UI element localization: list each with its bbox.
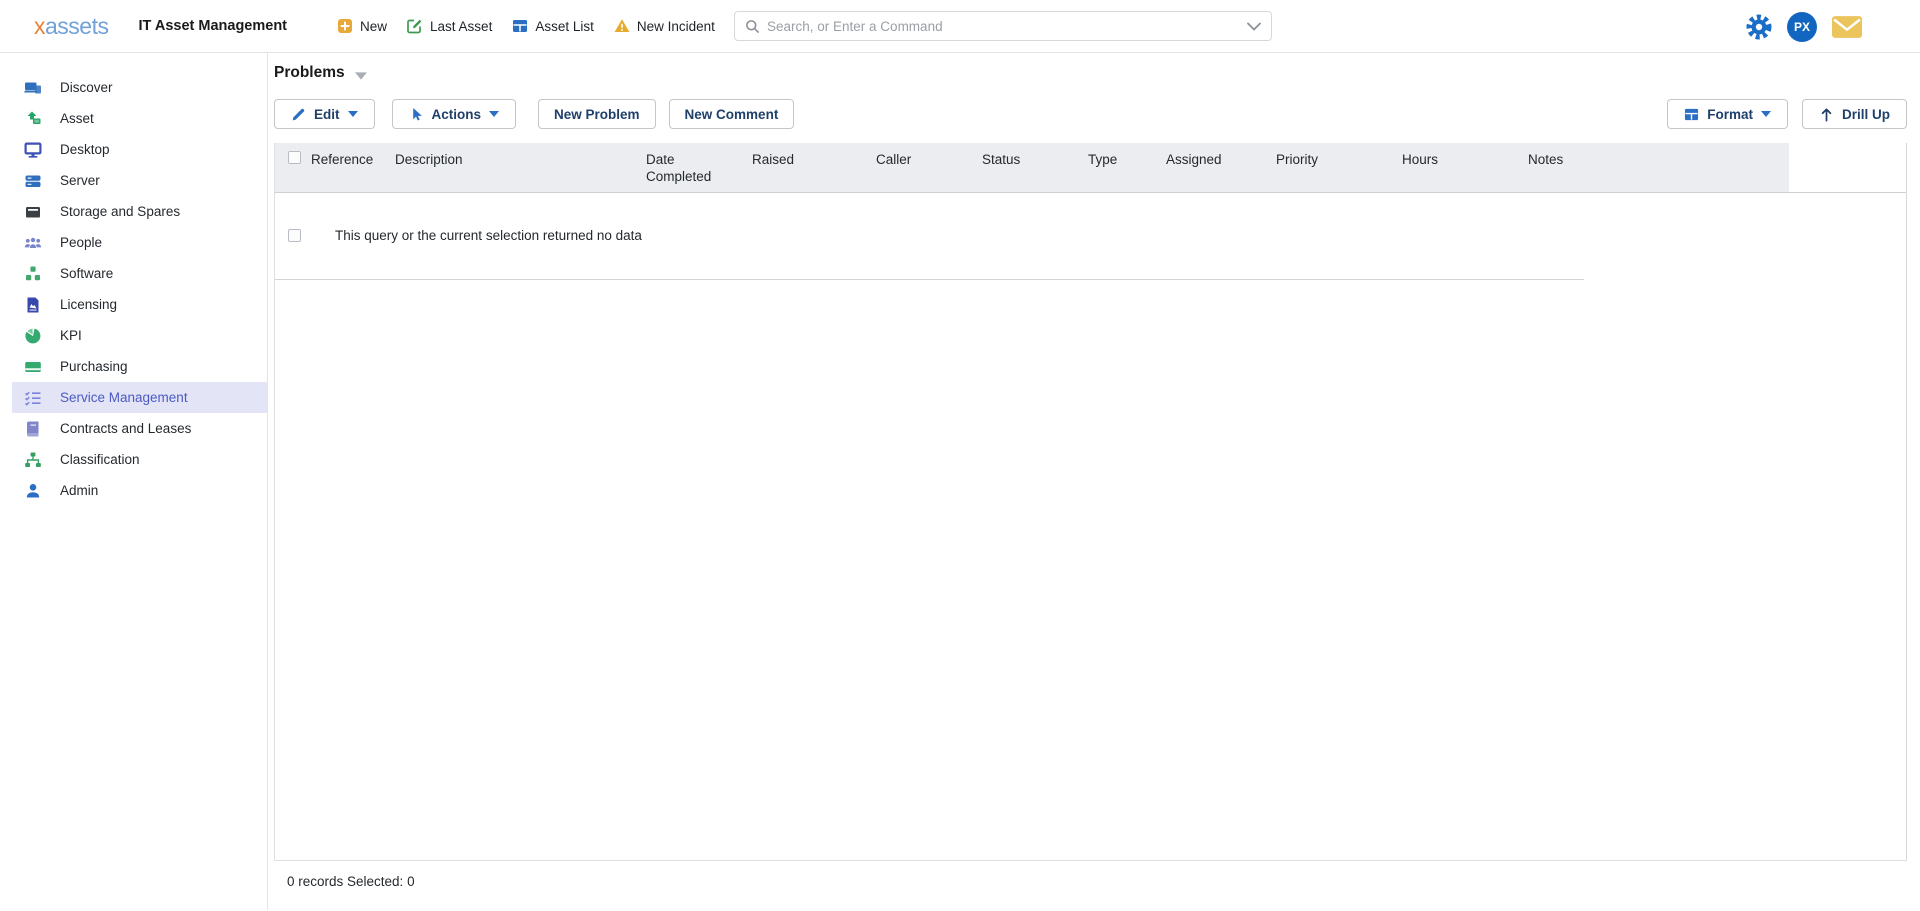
column-header-description[interactable]: Description [385, 143, 636, 175]
purchasing-icon [24, 358, 43, 376]
app-logo[interactable]: xassets [34, 13, 108, 40]
quick-link-asset-list[interactable]: Asset List [512, 18, 594, 34]
actions-button[interactable]: Actions [392, 99, 517, 129]
new-problem-button[interactable]: New Problem [538, 99, 656, 129]
storage-icon [24, 203, 43, 221]
service-management-icon [24, 389, 43, 407]
sidebar-item-purchasing[interactable]: Purchasing [0, 351, 267, 382]
caret-down-icon [1761, 111, 1771, 117]
row-checkbox[interactable] [288, 229, 301, 242]
toolbar: Edit Actions New Problem New Comment For… [274, 99, 1907, 129]
settings-gear-icon[interactable] [1746, 14, 1772, 40]
drill-up-button[interactable]: Drill Up [1802, 99, 1907, 129]
table-header: ReferenceDescriptionDate CompletedRaised… [275, 143, 1906, 193]
mail-icon[interactable] [1832, 16, 1862, 38]
format-button[interactable]: Format [1667, 99, 1788, 129]
user-avatar[interactable]: PX [1787, 12, 1817, 42]
sidebar-item-people[interactable]: People [0, 227, 267, 258]
problems-table: ReferenceDescriptionDate CompletedRaised… [274, 143, 1907, 861]
contracts-icon [24, 420, 43, 438]
last-asset-edit-icon [407, 18, 423, 34]
server-icon [24, 172, 43, 190]
search-chevron-down-icon[interactable] [1247, 22, 1261, 31]
column-header-date-completed[interactable]: Date Completed [636, 143, 742, 192]
asset-list-table-icon [512, 18, 528, 34]
column-header-reference[interactable]: Reference [301, 143, 385, 175]
licensing-icon [24, 296, 43, 314]
asset-icon [24, 110, 43, 128]
column-header-priority[interactable]: Priority [1266, 143, 1392, 175]
select-all-cell [275, 143, 301, 164]
page-header: Problems [274, 53, 1907, 82]
arrow-up-icon [1819, 107, 1834, 122]
sidebar-item-admin[interactable]: Admin [0, 475, 267, 506]
table-header-row: ReferenceDescriptionDate CompletedRaised… [275, 143, 1789, 192]
search-icon [745, 19, 760, 34]
cursor-icon [409, 107, 424, 122]
column-header-notes[interactable]: Notes [1518, 143, 1789, 175]
empty-result-message: This query or the current selection retu… [335, 228, 642, 243]
page-title: Problems [274, 64, 345, 82]
new-comment-button[interactable]: New Comment [669, 99, 795, 129]
search-input[interactable] [767, 19, 1247, 34]
toolbar-right: Format Drill Up [1667, 99, 1907, 129]
people-icon [24, 234, 43, 252]
column-header-assigned[interactable]: Assigned [1156, 143, 1266, 175]
pencil-icon [291, 107, 306, 122]
new-incident-warning-icon [614, 18, 630, 34]
desktop-icon [24, 141, 43, 159]
column-header-type[interactable]: Type [1078, 143, 1156, 175]
empty-result-row: This query or the current selection retu… [275, 193, 1584, 280]
quick-link-new[interactable]: New [337, 18, 387, 34]
discover-icon [24, 79, 43, 97]
software-icon [24, 265, 43, 283]
sidebar-item-software[interactable]: Software [0, 258, 267, 289]
column-header-raised[interactable]: Raised [742, 143, 866, 175]
sidebar-item-kpi[interactable]: KPI [0, 320, 267, 351]
caret-down-icon [348, 111, 358, 117]
sidebar-item-server[interactable]: Server [0, 165, 267, 196]
new-plus-icon [337, 18, 353, 34]
classification-icon [24, 451, 43, 469]
top-bar-right: PX [1746, 0, 1862, 53]
sidebar-item-classification[interactable]: Classification [0, 444, 267, 475]
column-header-status[interactable]: Status [972, 143, 1078, 175]
sidebar-item-licensing[interactable]: Licensing [0, 289, 267, 320]
search-box[interactable] [734, 11, 1272, 41]
quick-link-last-asset[interactable]: Last Asset [407, 18, 492, 34]
sidebar-item-contracts-and-leases[interactable]: Contracts and Leases [0, 413, 267, 444]
caret-down-icon [489, 111, 499, 117]
column-header-hours[interactable]: Hours [1392, 143, 1518, 175]
sidebar-item-service-management[interactable]: Service Management [12, 382, 267, 413]
page-title-caret-down-icon[interactable] [355, 72, 367, 80]
quick-link-new-incident[interactable]: New Incident [614, 18, 715, 34]
sidebar-item-storage-and-spares[interactable]: Storage and Spares [0, 196, 267, 227]
select-all-checkbox[interactable] [288, 151, 301, 164]
admin-icon [24, 482, 43, 500]
sidebar-item-discover[interactable]: Discover [0, 72, 267, 103]
sidebar-item-asset[interactable]: Asset [0, 103, 267, 134]
record-count-status: 0 records Selected: 0 [274, 874, 1907, 889]
edit-button[interactable]: Edit [274, 99, 375, 129]
sidebar-item-desktop[interactable]: Desktop [0, 134, 267, 165]
kpi-icon [24, 327, 43, 345]
column-header-caller[interactable]: Caller [866, 143, 972, 175]
main-content: Problems Edit Actions New Problem New Co… [268, 53, 1920, 910]
top-bar: xassets IT Asset Management New Last Asse… [0, 0, 1920, 53]
logo-suffix: assets [45, 13, 108, 39]
sidebar-nav: DiscoverAssetDesktopServerStorage and Sp… [0, 53, 268, 910]
format-table-icon [1684, 107, 1699, 122]
logo-prefix: x [34, 13, 45, 39]
app-title: IT Asset Management [138, 18, 287, 34]
